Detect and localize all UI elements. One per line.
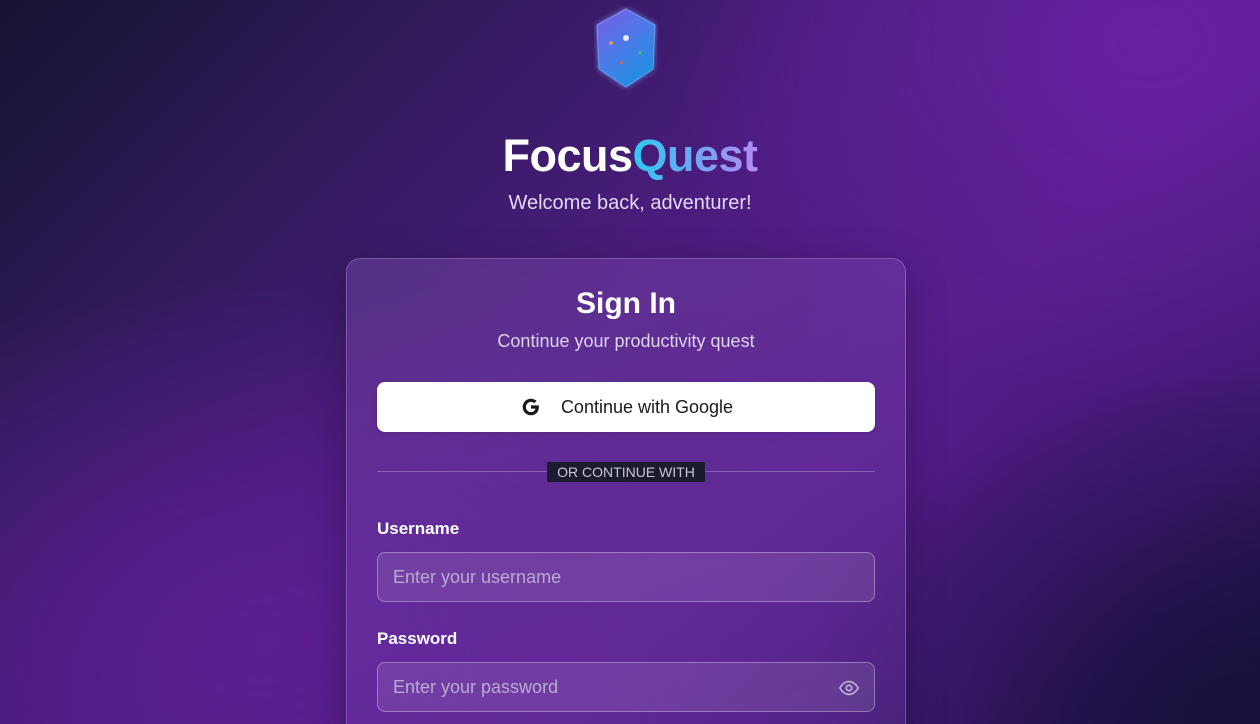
username-input[interactable] bbox=[378, 553, 874, 601]
google-signin-button[interactable]: Continue with Google bbox=[377, 382, 875, 432]
signin-title: Sign In bbox=[576, 287, 676, 320]
app-title: FocusQuest bbox=[0, 130, 1260, 182]
signin-card: Sign In Continue your productivity quest… bbox=[346, 258, 906, 724]
username-field-box bbox=[377, 552, 875, 602]
app-title-part2: Quest bbox=[632, 130, 759, 181]
eye-icon[interactable] bbox=[838, 677, 860, 699]
password-field-box bbox=[377, 662, 875, 712]
logo-icon bbox=[594, 6, 658, 90]
google-button-label: Continue with Google bbox=[560, 396, 734, 417]
google-g-icon bbox=[519, 395, 543, 419]
divider-label: OR CONTINUE WITH bbox=[547, 462, 705, 482]
signin-subtitle: Continue your productivity quest bbox=[497, 331, 755, 351]
username-label: Username bbox=[377, 519, 460, 538]
tagline: Welcome back, adventurer! bbox=[508, 192, 752, 214]
password-label: Password bbox=[377, 629, 458, 648]
app-title-part1: Focus bbox=[502, 130, 633, 181]
password-input[interactable] bbox=[378, 663, 874, 711]
